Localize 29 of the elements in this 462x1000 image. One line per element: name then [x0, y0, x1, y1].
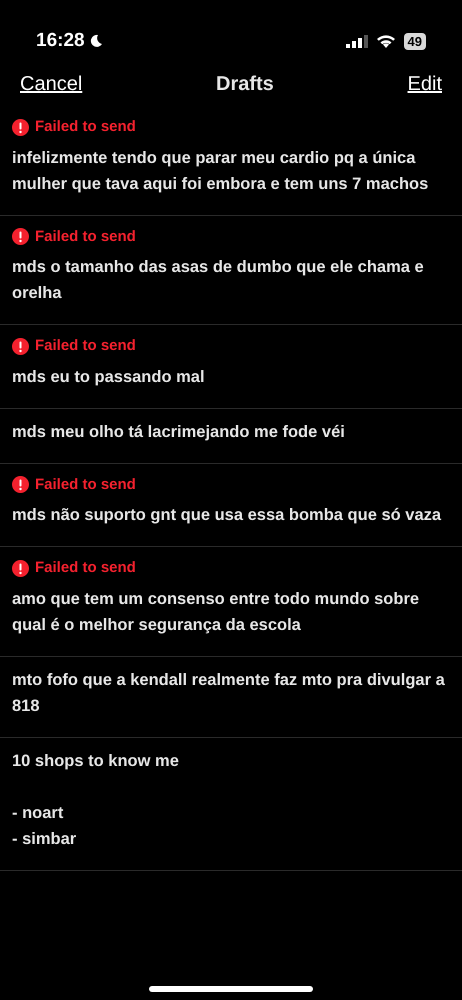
draft-text: mds o tamanho das asas de dumbo que ele chama e orelha: [12, 257, 425, 304]
signal-icon: [346, 34, 368, 48]
wifi-icon: [376, 34, 396, 48]
draft-text: mds não suporto gnt que usa essa bomba que só vaza: [12, 505, 442, 526]
moon-icon: [88, 34, 103, 48]
draft-text: mds meu olho tá lacrimejando me fode véi: [12, 422, 346, 442]
draft-text: mds eu to passando mal: [12, 366, 206, 388]
draft-text: 10 shops to know me - noart - simbar: [12, 750, 180, 850]
draft-text: mto fofo que a kendall realmente faz mto pra divulgar a 818: [12, 670, 446, 716]
error-label: Failed to send: [35, 117, 136, 137]
draft-text: amo que tem um consenso entre todo mundo sobre qual é o melhor segurança da escola: [12, 588, 420, 636]
battery-indicator: 49: [404, 32, 426, 50]
page-title: Drafts: [216, 72, 274, 97]
error-label: Failed to send: [35, 336, 136, 356]
draft-text: infelizmente tendo que parar meu cardio pq a única mulher que tava aqui foi embora e tem uns 7 machos: [12, 148, 430, 194]
draft-item[interactable]: mds meu olho tá lacrimejando me fode véi: [0, 408, 462, 464]
status-time: 16:28: [36, 28, 85, 53]
draft-item[interactable]: Failed to send mds eu to passando mal: [0, 325, 462, 408]
draft-item[interactable]: Failed to send mds o tamanho das asas de dumbo que ele chama e orelha: [0, 216, 462, 325]
draft-item[interactable]: 10 shops to know me - noart - simbar: [0, 738, 462, 870]
error-label: Failed to send: [35, 558, 136, 578]
edit-button[interactable]: Edit: [408, 69, 442, 99]
cancel-button[interactable]: Cancel: [20, 69, 82, 99]
draft-item[interactable]: Failed to send mds não suporto gnt que usa essa bomba que só vaza: [0, 464, 462, 547]
draft-item[interactable]: mto fofo que a kendall realmente faz mto pra divulgar a 818: [0, 656, 462, 738]
draft-item[interactable]: Failed to send amo que tem um consenso entre todo mundo sobre qual é o melhor segurança da escola: [0, 547, 462, 656]
error-label: Failed to send: [35, 226, 136, 246]
draft-item[interactable]: Failed to send infelizmente tendo que parar meu cardio pq a única mulher que tava aqui foi embora e tem uns 7 machos: [0, 106, 462, 216]
error-label: Failed to send: [35, 474, 136, 494]
